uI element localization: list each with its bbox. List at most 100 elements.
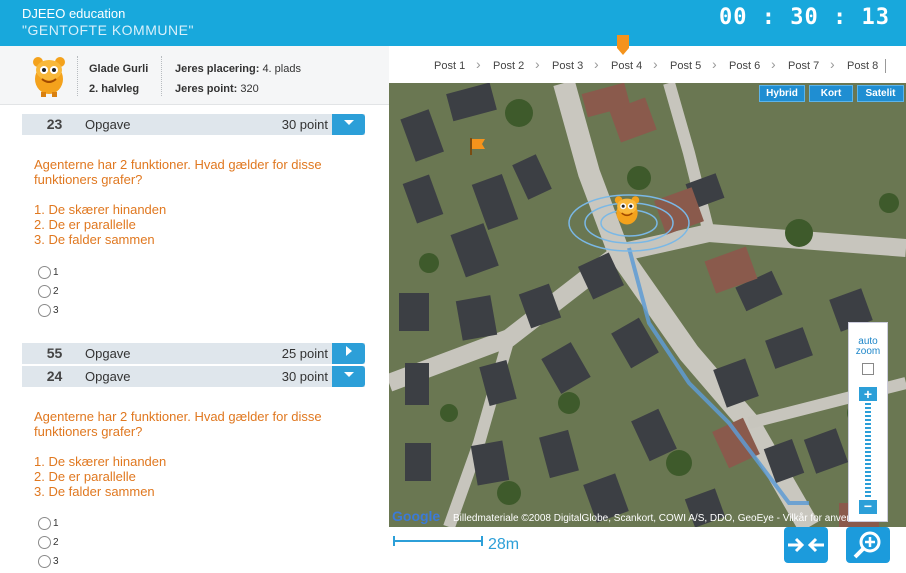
task-points: 25 point	[281, 346, 328, 361]
top-bar: DJEEO education "GENTOFTE KOMMUNE" 00 : …	[0, 0, 906, 46]
post-tab[interactable]: Post 8	[847, 60, 878, 72]
team-info-bar: Glade Gurli 2. halvleg Jeres placering: …	[0, 46, 389, 105]
post-tab[interactable]: Post 2	[493, 60, 524, 72]
map-scale-bar	[393, 536, 483, 546]
chevron-right-icon: ›	[535, 56, 540, 72]
post-tab[interactable]: Post 6	[729, 60, 760, 72]
collapse-task-button[interactable]	[332, 114, 365, 135]
map-credits[interactable]: Billedmateriale ©2008 DigitalGlobe, Scan…	[453, 513, 876, 524]
chevron-down-icon	[343, 120, 354, 125]
map-scale-label: 28m	[488, 536, 520, 553]
option-text: 2. De er parallelle	[34, 217, 136, 232]
team-half: 2. halvleg	[89, 83, 140, 95]
flag-icon[interactable]	[469, 137, 487, 160]
question-line: funktioners grafer?	[34, 424, 143, 439]
collapse-task-button[interactable]	[332, 366, 365, 387]
chevron-right-icon	[345, 346, 352, 356]
question-text: Agenterne har 2 funktioner. Hvad gælder …	[34, 157, 364, 247]
task-number: 23	[46, 116, 63, 132]
task-row[interactable]: 55 Opgave 25 point	[22, 343, 365, 364]
points: Jeres point: 320	[175, 83, 259, 95]
brand-name: DJEEO education	[22, 6, 126, 21]
chevron-right-icon: ›	[771, 56, 776, 72]
collapse-arrows-icon	[788, 537, 824, 553]
google-logo-text: Google	[392, 508, 441, 524]
map-type-map-button[interactable]: Kort	[809, 85, 853, 102]
map-type-hybrid-button[interactable]: Hybrid	[759, 85, 805, 102]
answer-option[interactable]: 2	[38, 282, 59, 301]
answer-list: 1 2 3	[38, 514, 59, 571]
task-number: 24	[46, 368, 63, 384]
zoom-to-fit-button[interactable]	[846, 527, 890, 563]
orange-mascot-icon	[28, 52, 70, 98]
question-line: Agenterne har 2 funktioner. Hvad gælder …	[34, 157, 322, 172]
question-text: Agenterne har 2 funktioner. Hvad gælder …	[34, 409, 364, 499]
answer-option[interactable]: 2	[38, 533, 59, 552]
auto-zoom-line: zoom	[855, 346, 881, 357]
zoom-control: auto zoom + −	[848, 322, 888, 522]
radio-button[interactable]	[38, 555, 51, 568]
task-label: Opgave	[85, 117, 131, 132]
player-mascot-icon[interactable]	[611, 191, 643, 234]
task-panel: Glade Gurli 2. halvleg Jeres placering: …	[0, 46, 389, 573]
question-line: funktioners grafer?	[34, 172, 143, 187]
radio-button[interactable]	[38, 285, 51, 298]
answer-list: 1 2 3	[38, 263, 59, 320]
map-type-satellite-button[interactable]: Satelit	[857, 85, 904, 102]
option-text: 1. De skærer hinanden	[34, 454, 167, 469]
radio-button[interactable]	[38, 517, 51, 530]
placement-label: Jeres placering:	[175, 63, 260, 75]
task-points: 30 point	[281, 117, 328, 132]
zoom-slider-track[interactable]	[865, 403, 871, 499]
answer-option[interactable]: 3	[38, 552, 59, 571]
post-tab[interactable]: Post 5	[670, 60, 701, 72]
chevron-right-icon: ›	[594, 56, 599, 72]
chevron-down-icon	[343, 372, 354, 377]
task-label: Opgave	[85, 369, 131, 384]
points-label: Jeres point:	[175, 83, 238, 95]
question-line: Agenterne har 2 funktioner. Hvad gælder …	[34, 409, 322, 424]
answer-label: 1	[53, 267, 59, 278]
points-value: 320	[240, 83, 259, 95]
divider	[885, 59, 886, 73]
orange-marker-icon	[616, 35, 630, 55]
answer-option[interactable]: 1	[38, 514, 59, 533]
task-label: Opgave	[85, 346, 131, 361]
divider	[77, 56, 79, 96]
radio-button[interactable]	[38, 536, 51, 549]
chevron-right-icon: ›	[476, 56, 481, 72]
radio-button[interactable]	[38, 304, 51, 317]
option-text: 2. De er parallelle	[34, 469, 136, 484]
task-row[interactable]: 23 Opgave 30 point	[22, 114, 365, 135]
post-tab[interactable]: Post 1	[434, 60, 465, 72]
radio-button[interactable]	[38, 266, 51, 279]
post-navigation: Post 1 › Post 2 › Post 3 › Post 4 › Post…	[389, 46, 906, 83]
zoom-in-button[interactable]: +	[859, 387, 877, 401]
post-tab[interactable]: Post 3	[552, 60, 583, 72]
auto-zoom-label: auto zoom	[849, 337, 887, 357]
answer-option[interactable]: 1	[38, 263, 59, 282]
answer-label: 3	[53, 305, 59, 316]
chevron-right-icon: ›	[830, 56, 835, 72]
zoom-out-button[interactable]: −	[859, 499, 877, 514]
location-subtitle: "GENTOFTE KOMMUNE"	[22, 22, 194, 38]
option-text: 1. De skærer hinanden	[34, 202, 167, 217]
answer-option[interactable]: 3	[38, 301, 59, 320]
satellite-map[interactable]: Hybrid Kort Satelit Google Billedmateria…	[389, 83, 906, 527]
option-text: 3. De falder sammen	[34, 484, 155, 499]
answer-label: 2	[53, 537, 59, 548]
expand-task-button[interactable]	[332, 343, 365, 364]
chevron-right-icon: ›	[653, 56, 658, 72]
placement: Jeres placering: 4. plads	[175, 63, 301, 75]
google-logo: Google	[392, 508, 440, 524]
magnifier-plus-icon	[853, 531, 881, 559]
collapse-arrows-button[interactable]	[784, 527, 828, 563]
task-number: 55	[46, 345, 63, 361]
auto-zoom-checkbox[interactable]	[862, 363, 874, 375]
option-text: 3. De falder sammen	[34, 232, 155, 247]
post-tab-current[interactable]: Post 4	[611, 60, 642, 72]
task-points: 30 point	[281, 369, 328, 384]
map-imagery	[389, 83, 906, 527]
task-row[interactable]: 24 Opgave 30 point	[22, 366, 365, 387]
post-tab[interactable]: Post 7	[788, 60, 819, 72]
